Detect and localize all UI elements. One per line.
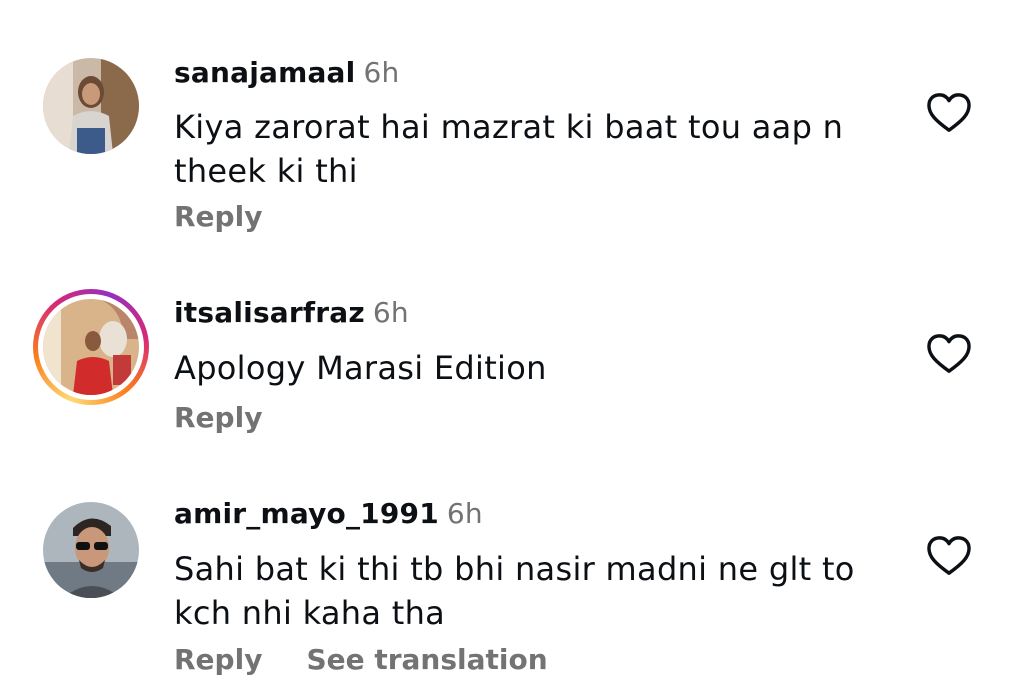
see-translation-button[interactable]: See translation (306, 643, 547, 676)
avatar[interactable] (43, 502, 139, 598)
comment-username-row: itsalisarfraz 6h (174, 296, 409, 329)
comment-actions: Reply (174, 200, 262, 233)
reply-button[interactable]: Reply (174, 200, 262, 233)
username-link[interactable]: itsalisarfraz (174, 296, 365, 329)
reply-button[interactable]: Reply (174, 643, 262, 676)
reply-button[interactable]: Reply (174, 401, 262, 434)
comment-timestamp: 6h (363, 56, 400, 89)
avatar[interactable] (43, 58, 139, 154)
comment-actions: Reply (174, 401, 262, 434)
comment-actions: Reply See translation (174, 643, 548, 676)
comment-text: Sahi bat ki thi tb bhi nasir madni ne gl… (174, 550, 855, 632)
comment-username-row: sanajamaal 6h (174, 56, 399, 89)
heart-outline-icon[interactable] (926, 333, 972, 375)
comment-text: Kiya zarorat hai mazrat ki baat tou aap … (174, 108, 844, 190)
username-link[interactable]: sanajamaal (174, 56, 355, 89)
comment-timestamp: 6h (372, 296, 409, 329)
comment-text: Apology Marasi Edition (174, 349, 547, 387)
username-link[interactable]: amir_mayo_1991 (174, 497, 439, 530)
comment-timestamp: 6h (446, 497, 483, 530)
avatar (43, 299, 139, 395)
story-ring[interactable] (33, 289, 149, 405)
heart-outline-icon[interactable] (926, 92, 972, 134)
comment-username-row: amir_mayo_1991 6h (174, 497, 483, 530)
heart-outline-icon[interactable] (926, 535, 972, 577)
comments-list: sanajamaal 6h Kiya zarorat hai mazrat ki … (0, 0, 1024, 690)
